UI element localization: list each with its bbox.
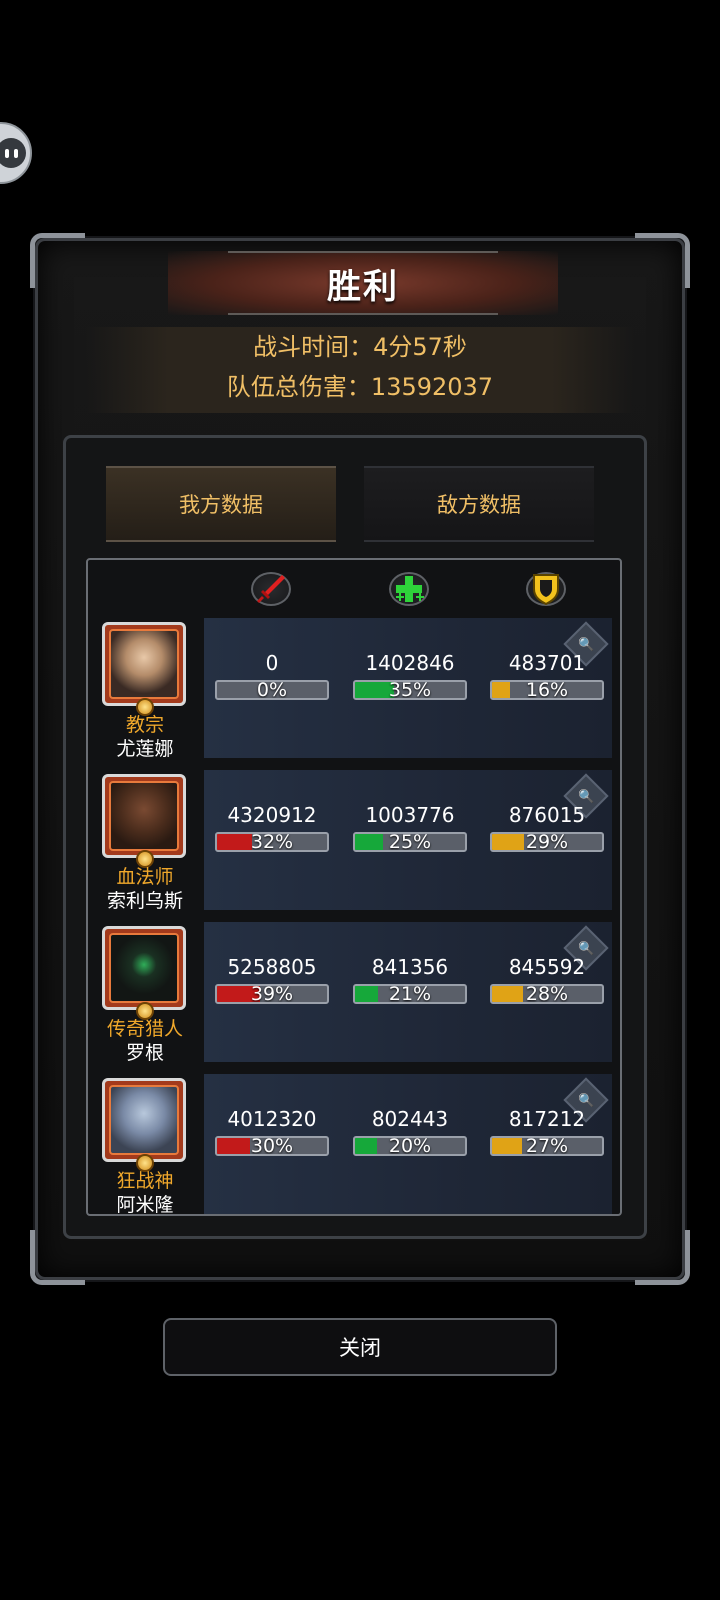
damage-value: 4320912 <box>227 803 317 827</box>
damage-bar: 32% <box>215 832 329 852</box>
team-total-damage: 队伍总伤害：13592037 <box>226 373 494 401</box>
damage-value: 0 <box>265 651 279 675</box>
damage-percent: 0% <box>256 680 288 700</box>
tank-percent: 28% <box>525 984 569 1004</box>
damage-stat: 4320912 32% <box>215 802 329 852</box>
heal-bar: 25% <box>353 832 467 852</box>
heal-percent: 35% <box>388 680 432 700</box>
tank-percent: 27% <box>525 1136 569 1156</box>
hero-class: 血法师 <box>116 866 174 888</box>
tank-bar: 28% <box>490 984 604 1004</box>
tank-value: 876015 <box>508 803 586 827</box>
battle-result-panel: 胜利 战斗时间：4分57秒 队伍总伤害：13592037 我方数据 敌方数据 教… <box>30 233 690 1285</box>
hero-row-3[interactable]: 传奇猎人 罗根 🔍 5258805 39% 841356 21% 845592 … <box>102 922 612 1064</box>
hero-portrait[interactable] <box>102 1078 186 1162</box>
tank-stat: 845592 28% <box>490 954 604 1004</box>
hero-class: 狂战神 <box>116 1170 174 1192</box>
hero-portrait[interactable] <box>102 926 186 1010</box>
tank-percent: 29% <box>525 832 569 852</box>
floating-assistant-button[interactable] <box>0 122 32 184</box>
heal-bar: 35% <box>353 680 467 700</box>
tank-percent: 16% <box>525 680 569 700</box>
damage-percent: 30% <box>250 1136 294 1156</box>
heal-bar: 20% <box>353 1136 467 1156</box>
tab-our-data[interactable]: 我方数据 <box>106 466 336 542</box>
tank-bar: 29% <box>490 832 604 852</box>
tank-value: 845592 <box>508 955 586 979</box>
assistant-face-icon <box>0 138 26 168</box>
heal-bar: 21% <box>353 984 467 1004</box>
hero-class: 传奇猎人 <box>106 1018 183 1040</box>
close-button[interactable]: 关闭 <box>163 1318 557 1376</box>
shield-icon <box>520 566 572 612</box>
damage-percent: 32% <box>250 832 294 852</box>
hero-row-2[interactable]: 血法师 索利乌斯 🔍 4320912 32% 1003776 25% 87601… <box>102 770 612 912</box>
heal-stat: 1402846 35% <box>353 650 467 700</box>
heal-cross-icon <box>383 566 435 612</box>
frame-ornament <box>635 1230 690 1285</box>
frame-ornament <box>635 233 690 288</box>
damage-stat: 5258805 39% <box>215 954 329 1004</box>
heal-percent: 21% <box>388 984 432 1004</box>
tank-bar: 27% <box>490 1136 604 1156</box>
heal-value: 841356 <box>371 955 449 979</box>
tank-stat: 483701 16% <box>490 650 604 700</box>
hero-name: 罗根 <box>125 1042 164 1064</box>
hero-row-1[interactable]: 教宗 尤莲娜 🔍 0 0% 1402846 35% 483701 16% <box>102 618 612 760</box>
stats-panel: 我方数据 敌方数据 教宗 尤莲娜 🔍 0 0% 1402846 35% 4837… <box>63 435 647 1239</box>
damage-percent: 39% <box>250 984 294 1004</box>
heal-percent: 20% <box>388 1136 432 1156</box>
heal-stat: 802443 20% <box>353 1106 467 1156</box>
hero-portrait[interactable] <box>102 774 186 858</box>
damage-value: 4012320 <box>227 1107 317 1131</box>
heal-stat: 1003776 25% <box>353 802 467 852</box>
hero-portrait[interactable] <box>102 622 186 706</box>
data-tabs: 我方数据 敌方数据 <box>106 466 606 542</box>
heal-stat: 841356 21% <box>353 954 467 1004</box>
damage-bar: 30% <box>215 1136 329 1156</box>
heal-value: 802443 <box>371 1107 449 1131</box>
tank-value: 483701 <box>508 651 586 675</box>
frame-ornament <box>30 233 85 288</box>
sword-icon <box>245 566 297 612</box>
hero-name: 索利乌斯 <box>106 890 183 912</box>
damage-bar: 39% <box>215 984 329 1004</box>
heal-percent: 25% <box>388 832 432 852</box>
title-banner: 胜利 <box>168 251 558 315</box>
tank-stat: 876015 29% <box>490 802 604 852</box>
damage-stat: 4012320 30% <box>215 1106 329 1156</box>
hero-name: 尤莲娜 <box>116 738 174 760</box>
damage-stat: 0 0% <box>215 650 329 700</box>
hero-stats-table: 教宗 尤莲娜 🔍 0 0% 1402846 35% 483701 16% 血法师… <box>86 558 622 1216</box>
tab-enemy-data[interactable]: 敌方数据 <box>364 466 594 542</box>
tank-bar: 16% <box>490 680 604 700</box>
hero-name: 阿米隆 <box>116 1194 174 1216</box>
battle-time: 战斗时间：4分57秒 <box>253 333 467 361</box>
hero-class: 教宗 <box>125 714 164 736</box>
damage-bar: 0% <box>215 680 329 700</box>
heal-value: 1402846 <box>365 651 455 675</box>
battle-summary: 战斗时间：4分57秒 队伍总伤害：13592037 <box>86 327 634 413</box>
hero-row-4[interactable]: 狂战神 阿米隆 🔍 4012320 30% 802443 20% 817212 … <box>102 1074 612 1216</box>
heal-value: 1003776 <box>365 803 455 827</box>
page-title: 胜利 <box>327 266 399 307</box>
damage-value: 5258805 <box>227 955 317 979</box>
tank-value: 817212 <box>508 1107 586 1131</box>
tank-stat: 817212 27% <box>490 1106 604 1156</box>
